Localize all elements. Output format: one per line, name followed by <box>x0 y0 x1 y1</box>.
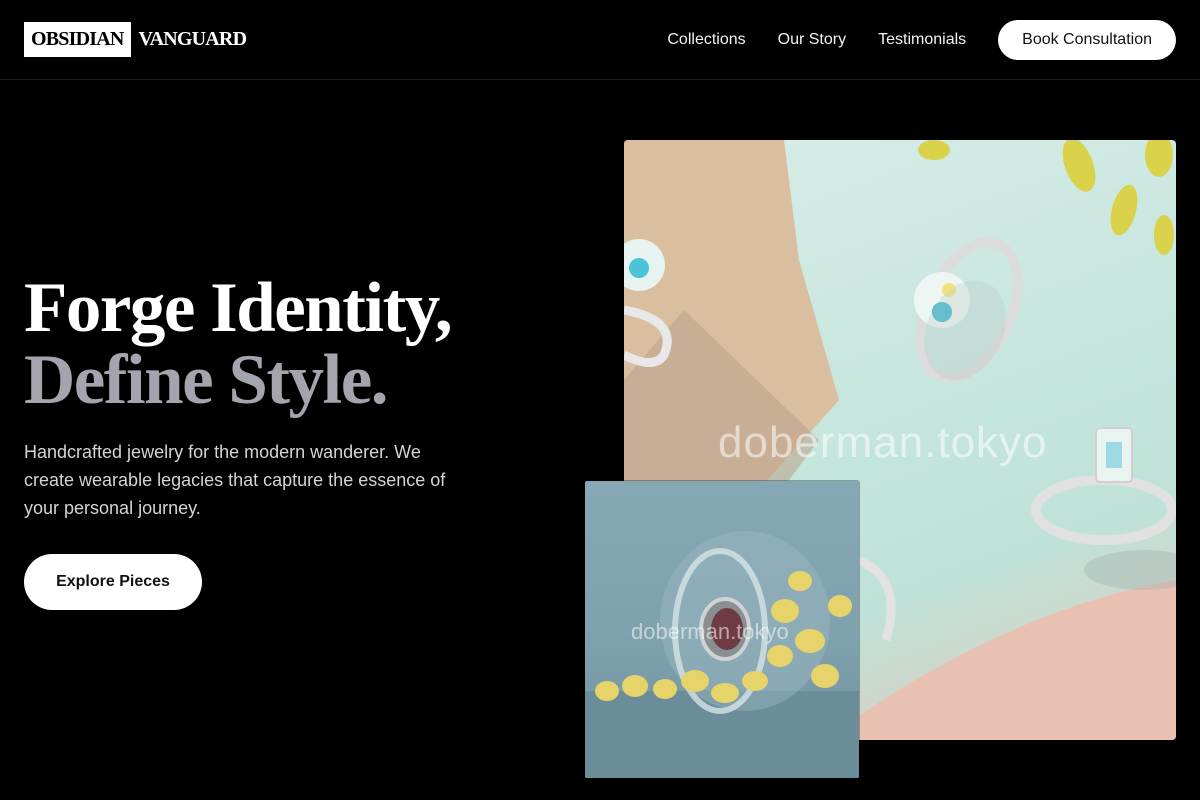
explore-pieces-button[interactable]: Explore Pieces <box>24 554 202 610</box>
main-image-watermark: doberman.tokyo <box>718 418 1048 467</box>
book-consultation-button[interactable]: Book Consultation <box>998 20 1176 60</box>
secondary-product-image: doberman.tokyo <box>585 481 859 778</box>
hero-headline: Forge Identity, Define Style. <box>24 272 584 416</box>
hero-description: Handcrafted jewelry for the modern wande… <box>24 442 446 518</box>
site-header: OBSIDIAN VANGUARD Collections Our Story … <box>0 0 1200 80</box>
nav-link-testimonials[interactable]: Testimonials <box>878 31 966 49</box>
headline-line-1: Forge Identity, <box>24 269 453 347</box>
secondary-image-watermark: doberman.tokyo <box>631 619 789 644</box>
nav-link-collections[interactable]: Collections <box>667 31 745 49</box>
logo-boxed-text: OBSIDIAN <box>24 22 131 57</box>
main-nav: Collections Our Story Testimonials Book … <box>667 20 1176 60</box>
brand-logo[interactable]: OBSIDIAN VANGUARD <box>24 22 247 57</box>
ring-center <box>914 237 1023 383</box>
nav-link-our-story[interactable]: Our Story <box>778 31 846 49</box>
ring-right <box>1031 427 1176 590</box>
headline-line-2: Define Style. <box>24 341 389 419</box>
logo-plain-text: VANGUARD <box>138 28 247 50</box>
